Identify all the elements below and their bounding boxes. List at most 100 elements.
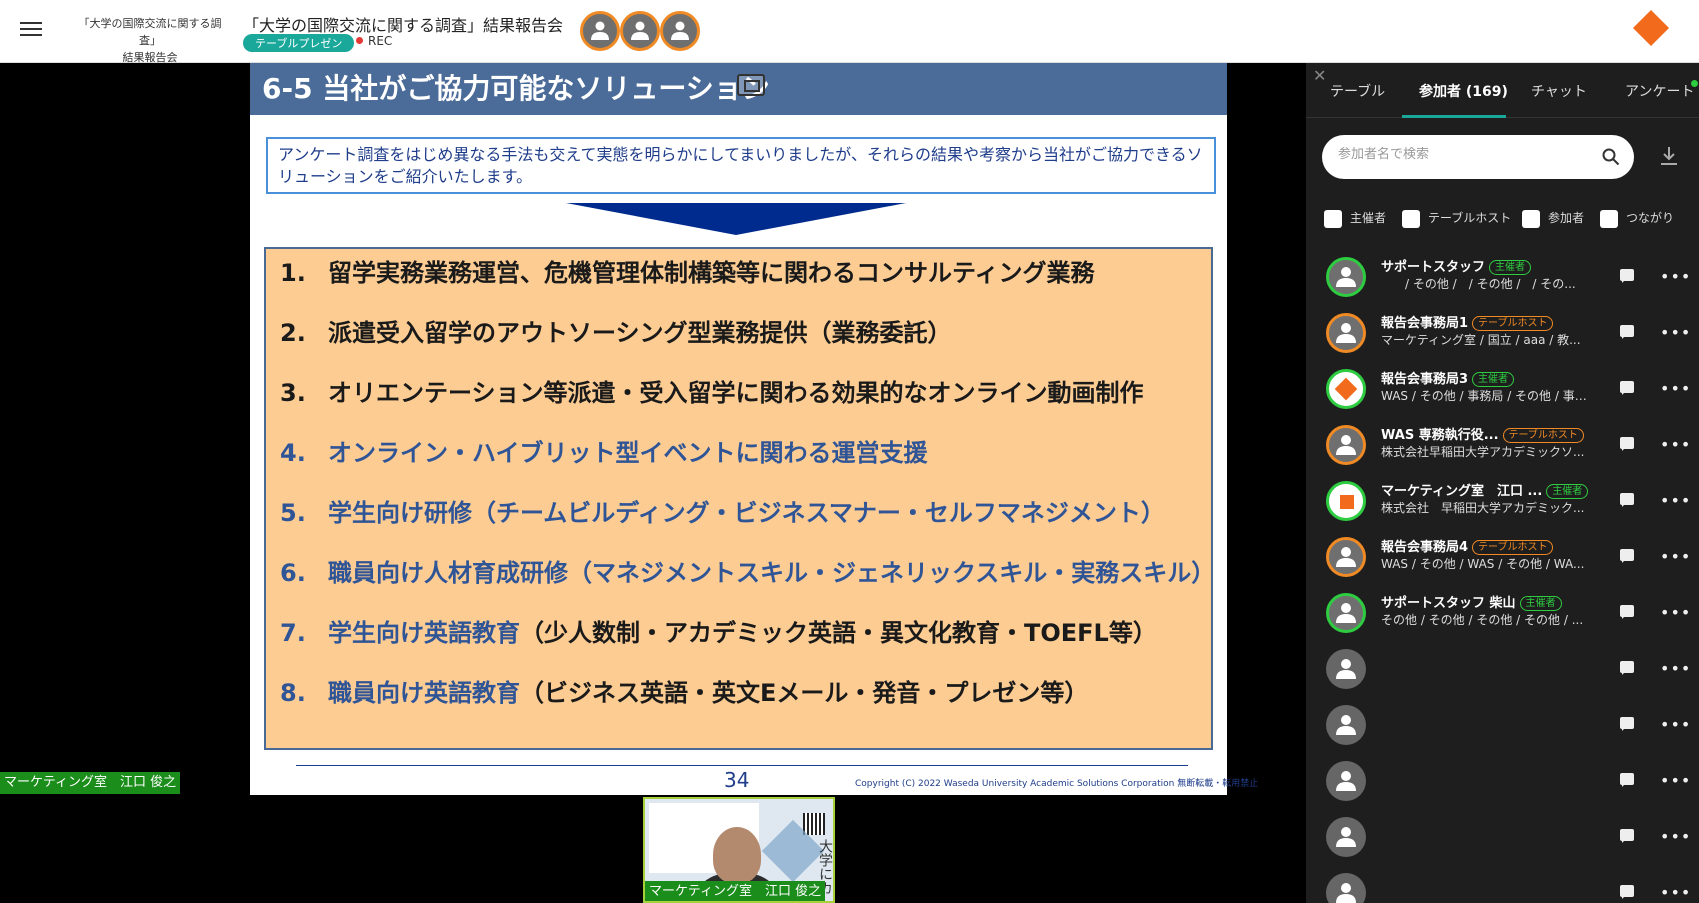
more-icon[interactable]: •••	[1660, 547, 1691, 566]
chat-icon[interactable]	[1620, 269, 1634, 283]
avatar[interactable]	[1326, 369, 1366, 409]
person-icon	[1336, 435, 1356, 455]
chat-icon[interactable]	[1620, 773, 1634, 787]
brand-logo-icon	[1632, 9, 1670, 47]
role-badge: 主催者	[1546, 484, 1589, 499]
chat-icon[interactable]	[1620, 661, 1634, 675]
menu-icon[interactable]	[20, 22, 42, 40]
more-icon[interactable]: •••	[1660, 491, 1691, 510]
participant-search[interactable]	[1322, 135, 1634, 179]
more-icon[interactable]: •••	[1660, 379, 1691, 398]
participant-name-text: 報告会事務局1	[1381, 316, 1469, 331]
tab-participants[interactable]: 参加者 (169)	[1419, 81, 1508, 101]
participant-name-text: サポートスタッフ	[1381, 260, 1486, 275]
avatar[interactable]	[1326, 537, 1366, 577]
more-icon[interactable]: •••	[1660, 323, 1691, 342]
chat-icon[interactable]	[1620, 549, 1634, 563]
item-detail: （少人数制・アカデミック英語・異文化教育・TOEFL等）	[520, 619, 1157, 647]
participant-name-text: WAS 専務執行役...	[1381, 428, 1499, 443]
filter-participant[interactable]: 参加者	[1522, 209, 1584, 229]
checkbox[interactable]	[1522, 209, 1540, 228]
participant-row[interactable]: •••	[1306, 753, 1699, 809]
picture-in-picture-icon[interactable]	[737, 74, 765, 96]
avatar[interactable]	[1326, 649, 1366, 689]
search-icon[interactable]	[1602, 148, 1620, 166]
participant-row[interactable]: •••	[1306, 641, 1699, 697]
more-icon[interactable]: •••	[1660, 771, 1691, 790]
participant-row[interactable]: 報告会事務局1 テーブルホスト マーケティング室 / 国立 / aaa / 教...…	[1306, 305, 1699, 361]
download-icon[interactable]	[1660, 146, 1678, 166]
participant-row[interactable]: •••	[1306, 865, 1699, 903]
more-icon[interactable]: •••	[1660, 827, 1691, 846]
more-icon[interactable]: •••	[1660, 603, 1691, 622]
chat-icon[interactable]	[1620, 437, 1634, 451]
participant-row[interactable]: マーケティング室 江口 ... 主催者 株式会社 早稲田大学アカデミック... •••	[1306, 473, 1699, 529]
filter-organizer[interactable]: 主催者	[1324, 209, 1386, 229]
participant-row[interactable]: WAS 専務執行役... テーブルホスト株式会社早稲田大学アカデミックソ... ••…	[1306, 417, 1699, 473]
avatar[interactable]	[1326, 481, 1366, 521]
person-icon	[1336, 323, 1356, 343]
page-number: 34	[724, 768, 750, 792]
participants-panel: テーブル 参加者 (169) チャット アンケート 主催者 テーブルホスト 参加…	[1306, 63, 1699, 903]
participant-row[interactable]: サポートスタッフ 柴山 主催者 その他 / その他 / その他 / その他 / ..…	[1306, 585, 1699, 641]
chat-icon[interactable]	[1620, 493, 1634, 507]
avatar[interactable]	[1326, 593, 1366, 633]
filter-connection[interactable]: つながり	[1600, 209, 1674, 229]
checkbox[interactable]	[1600, 209, 1618, 228]
avatar[interactable]	[1326, 761, 1366, 801]
participant-name: WAS 専務執行役... テーブルホスト	[1381, 424, 1584, 443]
more-icon[interactable]: •••	[1660, 435, 1691, 454]
participant-row[interactable]: サポートスタッフ 主催者 / その他 / / その他 / / その... •••	[1306, 249, 1699, 305]
participant-name: 報告会事務局3 主催者	[1381, 368, 1515, 387]
tab-table[interactable]: テーブル	[1330, 81, 1385, 101]
chat-icon[interactable]	[1620, 605, 1634, 619]
more-icon[interactable]: •••	[1660, 659, 1691, 678]
more-icon[interactable]: •••	[1660, 267, 1691, 286]
qr-code-icon	[803, 813, 825, 835]
person-icon	[1336, 827, 1356, 847]
avatar[interactable]	[1326, 873, 1366, 903]
more-icon[interactable]: •••	[1660, 715, 1691, 734]
participant-meta: その他 / その他 / その他 / その他 / ...	[1381, 613, 1584, 627]
participant-meta: 株式会社早稲田大学アカデミックソ...	[1381, 445, 1585, 459]
avatar[interactable]	[1326, 313, 1366, 353]
participant-name: 報告会事務局1 テーブルホスト	[1381, 312, 1554, 331]
search-input[interactable]	[1338, 147, 1588, 162]
camera-name-tag: マーケティング室 江口 俊之	[645, 881, 826, 901]
list-item: 6. 職員向け人材育成研修（マネジメントスキル・ジェネリックスキル・実務スキル）	[280, 553, 1215, 588]
tab-chat[interactable]: チャット	[1531, 81, 1587, 101]
participant-row[interactable]: 報告会事務局4 テーブルホスト WAS / その他 / WAS / その他 / WA…	[1306, 529, 1699, 585]
speaker-camera[interactable]: 大学にカ マーケティング室 江口 俊之	[643, 797, 835, 903]
chat-icon[interactable]	[1620, 325, 1634, 339]
chat-icon[interactable]	[1620, 885, 1634, 899]
checkbox[interactable]	[1324, 209, 1342, 228]
chat-icon[interactable]	[1620, 717, 1634, 731]
avatar[interactable]	[620, 11, 660, 51]
role-badge: 主催者	[1519, 596, 1562, 611]
person-icon	[671, 21, 689, 40]
checkbox[interactable]	[1402, 209, 1420, 228]
app-window: 「大学の国際交流に関する調査」 結果報告会 「大学の国際交流に関する調査」結果報…	[0, 0, 1699, 903]
person-icon	[631, 21, 649, 40]
filter-table-host[interactable]: テーブルホスト	[1402, 209, 1511, 229]
chat-icon[interactable]	[1620, 381, 1634, 395]
chat-icon[interactable]	[1620, 829, 1634, 843]
avatar[interactable]	[580, 11, 620, 51]
brand-logo-icon	[1334, 377, 1358, 401]
participant-row[interactable]: •••	[1306, 809, 1699, 865]
participant-row[interactable]: •••	[1306, 697, 1699, 753]
tab-survey[interactable]: アンケート	[1625, 81, 1694, 101]
avatar[interactable]	[660, 11, 700, 51]
item-text: 職員向け英語教育	[328, 679, 520, 707]
participant-meta: WAS / その他 / WAS / その他 / WA...	[1381, 557, 1585, 571]
avatar[interactable]	[1326, 817, 1366, 857]
list-item: 8. 職員向け英語教育（ビジネス英語・英文Eメール・発音・プレゼン等）	[280, 673, 1088, 708]
participant-name: サポートスタッフ 主催者	[1381, 256, 1532, 275]
avatar[interactable]	[1326, 425, 1366, 465]
more-icon[interactable]: •••	[1660, 883, 1691, 902]
avatar[interactable]	[1326, 705, 1366, 745]
close-icon[interactable]: ✕	[1313, 66, 1326, 85]
avatar[interactable]	[1326, 257, 1366, 297]
item-text: オンライン・ハイブリット型イベントに関わる運営支援	[328, 439, 928, 467]
participant-row[interactable]: 報告会事務局3主催者 WAS / その他 / 事務局 / その他 / 事務局 / …	[1306, 361, 1699, 417]
